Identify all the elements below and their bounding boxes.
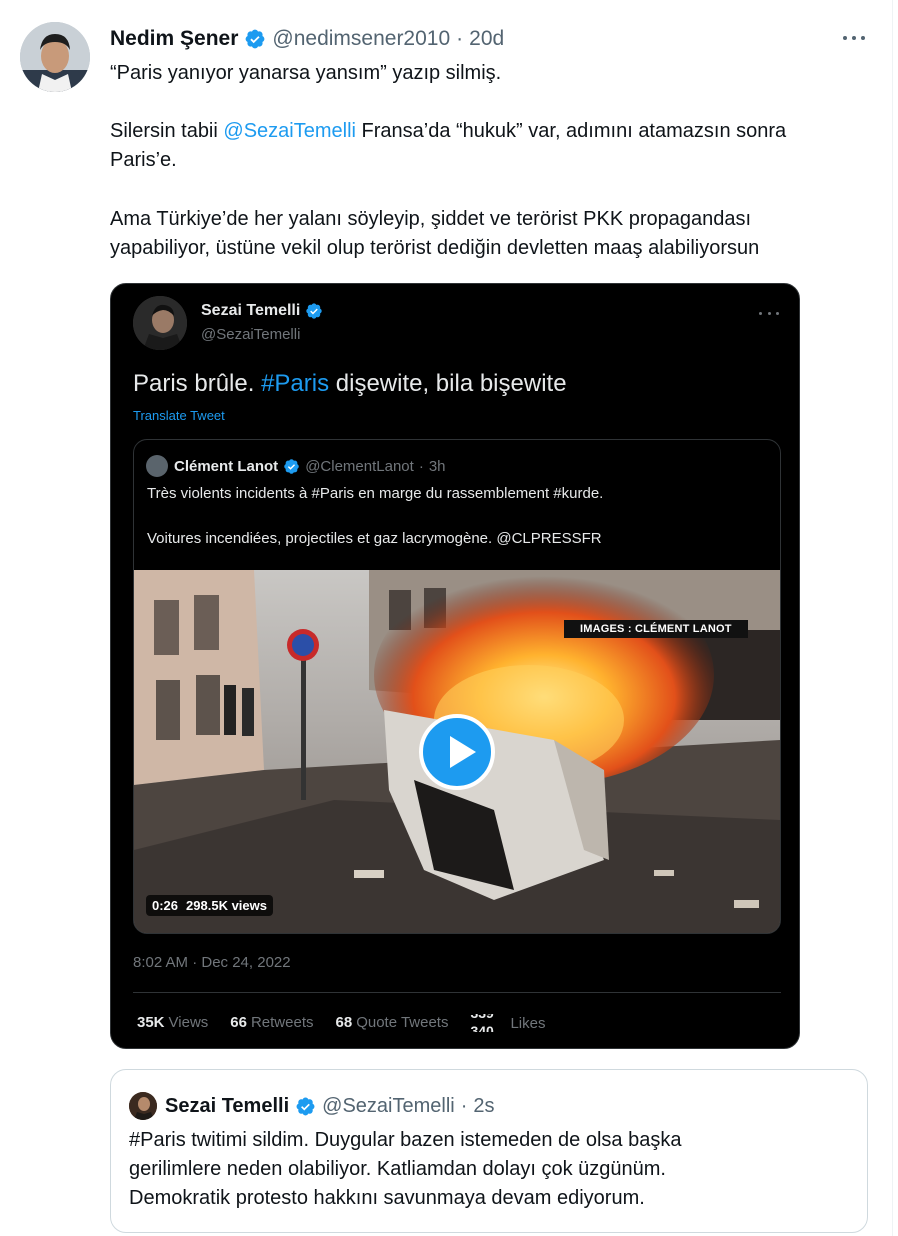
author-name[interactable]: Nedim Şener [110, 27, 238, 51]
tweet-header: Nedim Şener @nedimsener2010 · 20d [110, 26, 504, 52]
screenshot-avatar [133, 296, 187, 350]
author-handle[interactable]: @nedimsener2010 [272, 27, 450, 51]
quote-line: #Paris twitimi sildim. Duygular bazen is… [129, 1129, 682, 1151]
stat-retweets: 66 Retweets [230, 1014, 313, 1032]
screenshot-stats: 35KViews 66Retweets 68Quote Tweets 339 3… [137, 1014, 546, 1032]
screenshot-author-name: Sezai Temelli [201, 302, 301, 319]
verified-badge-icon [306, 303, 322, 319]
quoted-author-name: Clément Lanot [174, 457, 279, 475]
tweet-line-text: Fransa’da “hukuk” var, adımını atamazsın… [355, 120, 787, 142]
screenshot-hashtag: #Paris [261, 370, 330, 397]
separator: · [456, 27, 464, 50]
verified-badge-icon [245, 29, 265, 49]
tweet-line: Silersin tabii @SezaiTemelli Fransa’da “… [110, 117, 880, 146]
video-views: 298.5K views [186, 898, 267, 913]
mention-link[interactable]: @SezaiTemelli [223, 120, 356, 142]
attached-screenshot[interactable]: Sezai Temelli @SezaiTemelli Paris brûle.… [110, 283, 800, 1049]
stat-likes-label: Likes [510, 1014, 546, 1032]
quote-line: gerilimlere neden olabiliyor. Katliamdan… [129, 1158, 666, 1180]
tweet-line: “Paris yanıyor yanarsa yansım” yazıp sil… [110, 62, 502, 84]
quoted-line: Voitures incendiées, projectiles et gaz … [147, 530, 602, 547]
quote-avatar [129, 1092, 157, 1120]
screenshot-quoted-tweet: Clément Lanot @ClementLanot · 3h Très vi… [133, 439, 781, 934]
tweet-line: yapabiliyor, üstüne vekil olup terörist … [110, 237, 760, 259]
video-player: IMAGES : CLÉMENT LANOT 0:26 298.5K views [134, 570, 780, 933]
quote-line: Demokratik protesto hakkını savunmaya de… [129, 1187, 645, 1209]
more-options-icon[interactable] [840, 28, 868, 48]
separator: · [460, 1094, 468, 1117]
screenshot-text-part: dişewite, bila bişewite [329, 370, 567, 397]
stat-quotes-count: 68 [335, 1014, 353, 1031]
author-avatar[interactable] [20, 22, 90, 92]
stat-views-count: 35K [137, 1014, 165, 1031]
more-options-icon [759, 308, 779, 318]
screenshot-text-part: Paris brûle. [133, 370, 262, 397]
quoted-handle: @ClementLanot [305, 457, 414, 475]
quote-author-name[interactable]: Sezai Temelli [165, 1095, 289, 1118]
tweet-line: Ama Türkiye’de her yalanı söyleyip, şidd… [110, 208, 752, 230]
scroll-edge [892, 0, 898, 1236]
play-icon [419, 714, 495, 790]
quoted-header: Clément Lanot @ClementLanot · 3h [146, 455, 446, 477]
tweet-line-text: Silersin tabii [110, 120, 224, 142]
quoted-time: 3h [428, 457, 446, 475]
screenshot-date: 8:02 AM · Dec 24, 2022 [133, 954, 291, 971]
stat-likes-count-top: 339 [470, 1014, 493, 1021]
tweet-time[interactable]: 20d [469, 27, 504, 51]
stat-likes-count-bottom: 340 [470, 1023, 494, 1032]
quoted-tweet-card[interactable]: Sezai Temelli @SezaiTemelli · 2s #Paris … [110, 1069, 868, 1233]
likes-rolling-counter: 339 340 [470, 1014, 506, 1032]
translate-link: Translate Tweet [133, 408, 225, 423]
video-duration: 0:26 [152, 898, 179, 913]
stat-quotes-label: Quote Tweets [356, 1014, 449, 1031]
screenshot-handle: @SezaiTemelli [201, 326, 301, 343]
quoted-avatar [146, 455, 168, 477]
screenshot-tweet-text: Paris brûle. #Paris dişewite, bila bişew… [133, 370, 567, 398]
quoted-line: Très violents incidents à #Paris en marg… [147, 485, 604, 502]
stat-views: 35K Views [137, 1014, 208, 1032]
video-watermark: IMAGES : CLÉMENT LANOT [564, 620, 748, 638]
separator: · [418, 457, 424, 475]
quote-time[interactable]: 2s [473, 1095, 494, 1118]
stat-quotes: 68 Quote Tweets [336, 1014, 449, 1032]
stat-likes: 339 340 Likes [470, 1014, 545, 1032]
quote-handle[interactable]: @SezaiTemelli [322, 1095, 455, 1118]
stat-views-label: Views [168, 1014, 209, 1031]
quote-header: Sezai Temelli @SezaiTemelli · 2s [129, 1092, 495, 1120]
screenshot-author: Sezai Temelli [201, 302, 329, 320]
divider [133, 992, 781, 993]
video-info-badge: 0:26 298.5K views [146, 895, 273, 916]
verified-badge-icon [284, 458, 299, 474]
stat-retweets-label: Retweets [250, 1014, 314, 1031]
stat-retweets-count: 66 [230, 1014, 247, 1031]
tweet-line: Paris’e. [110, 149, 177, 171]
verified-badge-icon [296, 1097, 315, 1115]
